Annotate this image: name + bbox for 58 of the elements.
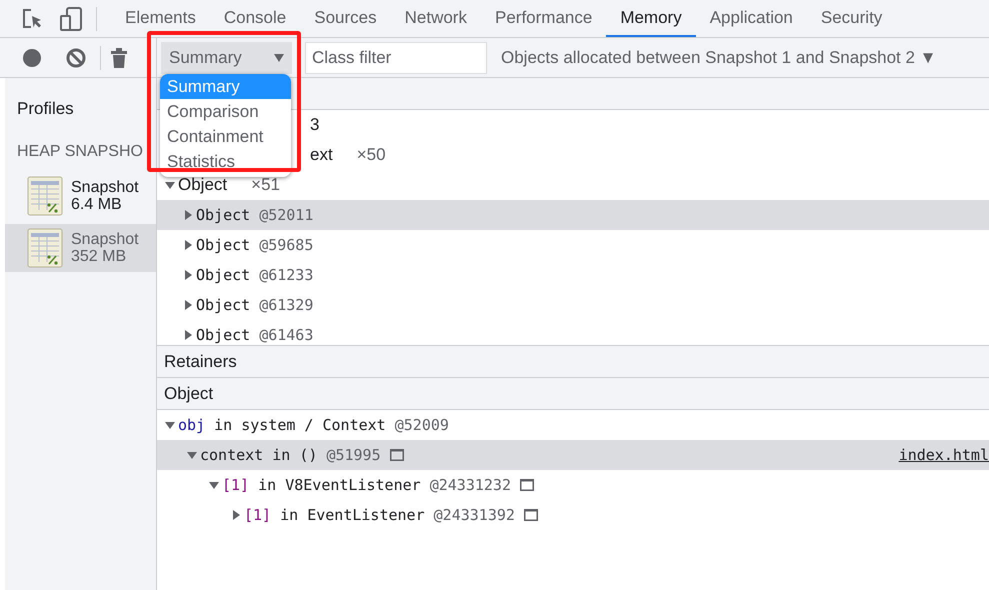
- menu-item[interactable]: Containment: [160, 124, 291, 149]
- view-select[interactable]: Summary: [161, 42, 292, 74]
- retainer-row[interactable]: context in () @51995 index.html: [157, 440, 989, 470]
- panel-tab[interactable]: Performance: [480, 0, 606, 37]
- object-row[interactable]: Object @59685: [157, 230, 989, 260]
- section-heading: HEAP SNAPSHO: [17, 142, 143, 162]
- panel-tab[interactable]: Elements: [111, 0, 210, 37]
- retainer-entry: [1] in V8EventListener @24331232: [222, 474, 511, 496]
- panel-tab[interactable]: Application: [696, 0, 807, 37]
- sidebar-title: Profiles: [16, 98, 75, 120]
- snapshot-item[interactable]: Snapshot 352 MB: [5, 224, 156, 272]
- class-filter-field[interactable]: Class filter: [305, 42, 487, 74]
- class-name: ext: [310, 144, 333, 166]
- object-row[interactable]: Object @52011: [157, 200, 989, 230]
- column-heading: Object: [157, 378, 989, 410]
- panel-tab[interactable]: Console: [210, 0, 300, 37]
- class-name: 3: [310, 114, 320, 136]
- object-row[interactable]: Object @61329: [157, 290, 989, 320]
- panel-tab[interactable]: Security: [806, 0, 896, 37]
- retainer-entry: [1] in EventListener @24331392: [244, 504, 515, 526]
- snapshot-item[interactable]: Snapshot 6.4 MB: [5, 172, 156, 220]
- retainer-row[interactable]: obj in system / Context @52009: [157, 410, 989, 440]
- collapsed-arrow-icon[interactable]: [183, 300, 193, 310]
- collapsed-arrow-icon[interactable]: [183, 270, 193, 280]
- reveal-icon[interactable]: [520, 479, 534, 491]
- instance-count: ×50: [356, 144, 386, 166]
- class-name: Object: [178, 174, 228, 196]
- expanded-arrow-icon[interactable]: [209, 480, 219, 490]
- snapshot-name: Snapshot: [71, 231, 139, 248]
- retainer-row[interactable]: [1] in V8EventListener @24331232: [157, 470, 989, 500]
- menu-item[interactable]: Summary: [160, 74, 291, 99]
- collapsed-arrow-icon[interactable]: [231, 510, 241, 520]
- snapshot-size: 352 MB: [71, 248, 128, 265]
- snapshot-size: 6.4 MB: [71, 196, 123, 213]
- panel-tab[interactable]: Sources: [300, 0, 391, 37]
- menu-item[interactable]: Comparison: [160, 99, 291, 124]
- collapsed-arrow-icon[interactable]: [183, 330, 193, 340]
- retainer-row[interactable]: [1] in EventListener @24331392: [157, 500, 989, 530]
- expanded-arrow-icon[interactable]: [187, 450, 197, 460]
- expanded-arrow-icon[interactable]: [165, 180, 175, 190]
- source-link[interactable]: index.html: [898, 444, 989, 466]
- panel-tab[interactable]: Network: [390, 0, 481, 37]
- collapsed-arrow-icon[interactable]: [183, 240, 193, 250]
- panel-heading: Retainers: [157, 346, 989, 378]
- object-row[interactable]: Object @61233: [157, 260, 989, 290]
- reveal-icon[interactable]: [524, 509, 538, 521]
- retainer-entry: obj in system / Context @52009: [178, 414, 449, 436]
- instance-count: ×51: [251, 174, 280, 196]
- range-select[interactable]: Objects allocated between Snapshot 1 and Snapshot 2 ▼: [495, 44, 943, 72]
- caret-icon: [274, 54, 284, 62]
- object-row[interactable]: Object @61463: [157, 320, 989, 345]
- reveal-icon[interactable]: [390, 449, 404, 461]
- spreadsheet-icon: [27, 176, 63, 216]
- snapshot-name: Snapshot: [71, 179, 139, 196]
- retainer-entry: context in () @51995: [200, 444, 381, 466]
- expanded-arrow-icon[interactable]: [165, 420, 175, 430]
- collapsed-arrow-icon[interactable]: [183, 210, 193, 220]
- spreadsheet-icon: [27, 228, 63, 268]
